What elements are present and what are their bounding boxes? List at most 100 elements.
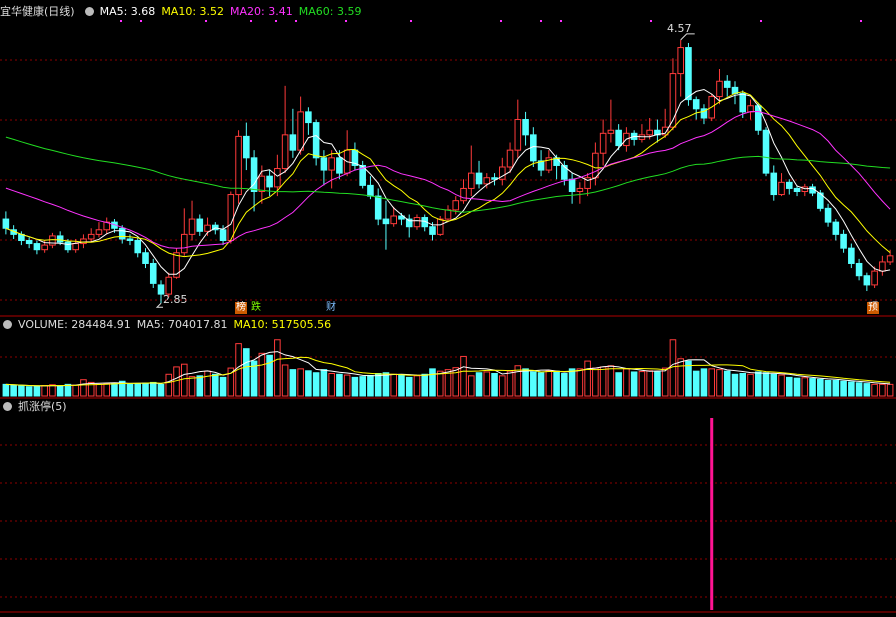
- candle-body: [95, 229, 103, 235]
- signal-dot: [345, 20, 347, 22]
- candle-body: [258, 175, 266, 192]
- volume-bar: [64, 383, 72, 397]
- volume-bar: [568, 368, 576, 397]
- volume-bar: [646, 370, 653, 397]
- candle-body: [274, 168, 281, 188]
- candle-body: [646, 129, 653, 136]
- volume-bar: [654, 371, 661, 397]
- volume-bar: [692, 370, 700, 397]
- candle-body: [390, 215, 397, 225]
- volume-bar: [623, 368, 630, 397]
- volume-bar: [41, 385, 48, 397]
- volume-bar: [483, 371, 491, 397]
- volume-bar: [685, 360, 692, 397]
- volume-bar: [723, 370, 731, 397]
- volume-bar: [832, 379, 840, 397]
- candle-body: [165, 276, 173, 295]
- signal-dot: [295, 20, 297, 22]
- volume-bar: [848, 381, 855, 397]
- candle-body: [886, 255, 894, 263]
- volume-bar: [281, 364, 289, 397]
- volume-bar: [770, 373, 778, 397]
- candle-body: [2, 218, 10, 229]
- volume-bar: [351, 376, 359, 397]
- volume-bar: [359, 376, 366, 397]
- candle-body: [483, 177, 491, 185]
- candle-body: [336, 157, 343, 174]
- candle-body: [871, 270, 878, 286]
- candle-body: [592, 152, 599, 179]
- volume-bar: [2, 383, 10, 397]
- signal-dot: [205, 20, 207, 22]
- candle-body: [762, 129, 770, 174]
- candle-body: [413, 217, 421, 228]
- candle-body: [607, 129, 615, 134]
- volume-bar: [421, 373, 429, 397]
- candle-body: [747, 105, 754, 113]
- volume-bar: [475, 372, 483, 397]
- volume-bar: [491, 373, 498, 397]
- signal-dot: [540, 20, 542, 22]
- candle-body: [739, 93, 747, 113]
- candle-body: [770, 172, 778, 196]
- ma60-line: [5, 136, 891, 213]
- volume-bar: [537, 372, 545, 397]
- volume-bar: [778, 374, 785, 397]
- volume-bar: [584, 360, 591, 397]
- volume-bar: [871, 383, 878, 397]
- signal-dot: [275, 20, 277, 22]
- volume-bar: [716, 369, 723, 397]
- candle-body: [289, 134, 297, 151]
- candle-body: [514, 119, 522, 151]
- volume-bar: [289, 369, 297, 397]
- volume-bar: [762, 372, 770, 397]
- signal-dot: [140, 20, 142, 22]
- volume-bar: [607, 365, 615, 397]
- volume-bar: [111, 382, 118, 397]
- volume-bar: [615, 372, 622, 397]
- candle-body: [312, 122, 320, 159]
- volume-bar: [157, 383, 165, 397]
- candle-body: [149, 262, 157, 284]
- candle-body: [157, 284, 165, 295]
- indicator-signal-bar: [710, 418, 714, 610]
- candle-body: [297, 111, 304, 151]
- volume-bar: [785, 376, 793, 397]
- volume-bar: [165, 373, 173, 397]
- volume-bar: [320, 369, 328, 397]
- high-marker: [680, 33, 695, 41]
- volume-bar: [367, 374, 374, 397]
- candle-body: [227, 194, 235, 241]
- volume-bar: [72, 384, 79, 397]
- volume-bar: [700, 368, 708, 397]
- candle-body: [243, 135, 250, 159]
- candle-body: [855, 262, 863, 277]
- volume-bar: [312, 372, 320, 397]
- volume-bar: [188, 376, 196, 397]
- candle-body: [196, 218, 204, 232]
- volume-bar: [522, 368, 529, 397]
- volume-bar: [886, 383, 894, 397]
- candle-body: [320, 157, 328, 171]
- signal-dot: [560, 20, 562, 22]
- candle-body: [281, 134, 289, 170]
- candle-body: [685, 47, 692, 101]
- candle-body: [475, 172, 483, 185]
- volume-bar: [429, 368, 436, 397]
- candle-body: [429, 226, 436, 235]
- candle-body: [80, 238, 87, 245]
- volume-bar: [80, 379, 87, 397]
- volume-bar: [840, 380, 847, 397]
- candle-body: [615, 129, 622, 147]
- volume-bar: [95, 383, 103, 397]
- candle-body: [266, 175, 273, 188]
- candle-body: [576, 187, 584, 192]
- candle-body: [863, 275, 871, 286]
- kline-chart[interactable]: [0, 0, 896, 617]
- candle-body: [41, 244, 48, 251]
- signal-dot: [860, 20, 862, 22]
- candle-body: [374, 195, 382, 220]
- signal-dot: [120, 20, 122, 22]
- volume-bar: [149, 381, 157, 397]
- volume-bar: [18, 385, 25, 397]
